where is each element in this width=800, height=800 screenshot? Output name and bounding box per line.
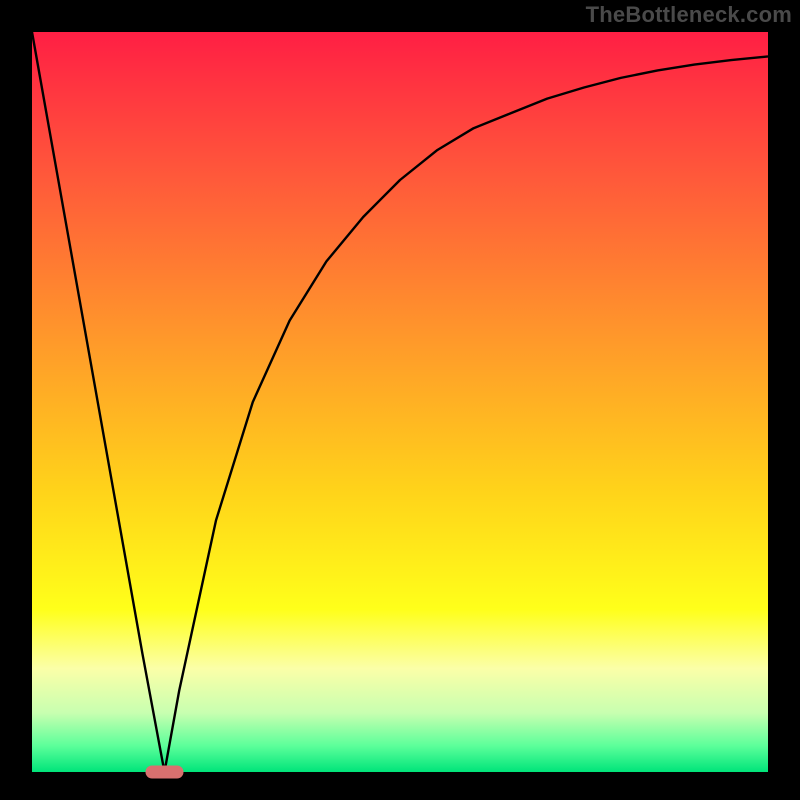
plot-background (32, 32, 768, 772)
bottleneck-chart (0, 0, 800, 800)
optimal-marker (146, 766, 184, 779)
watermark-text: TheBottleneck.com (586, 2, 792, 28)
chart-frame: TheBottleneck.com (0, 0, 800, 800)
